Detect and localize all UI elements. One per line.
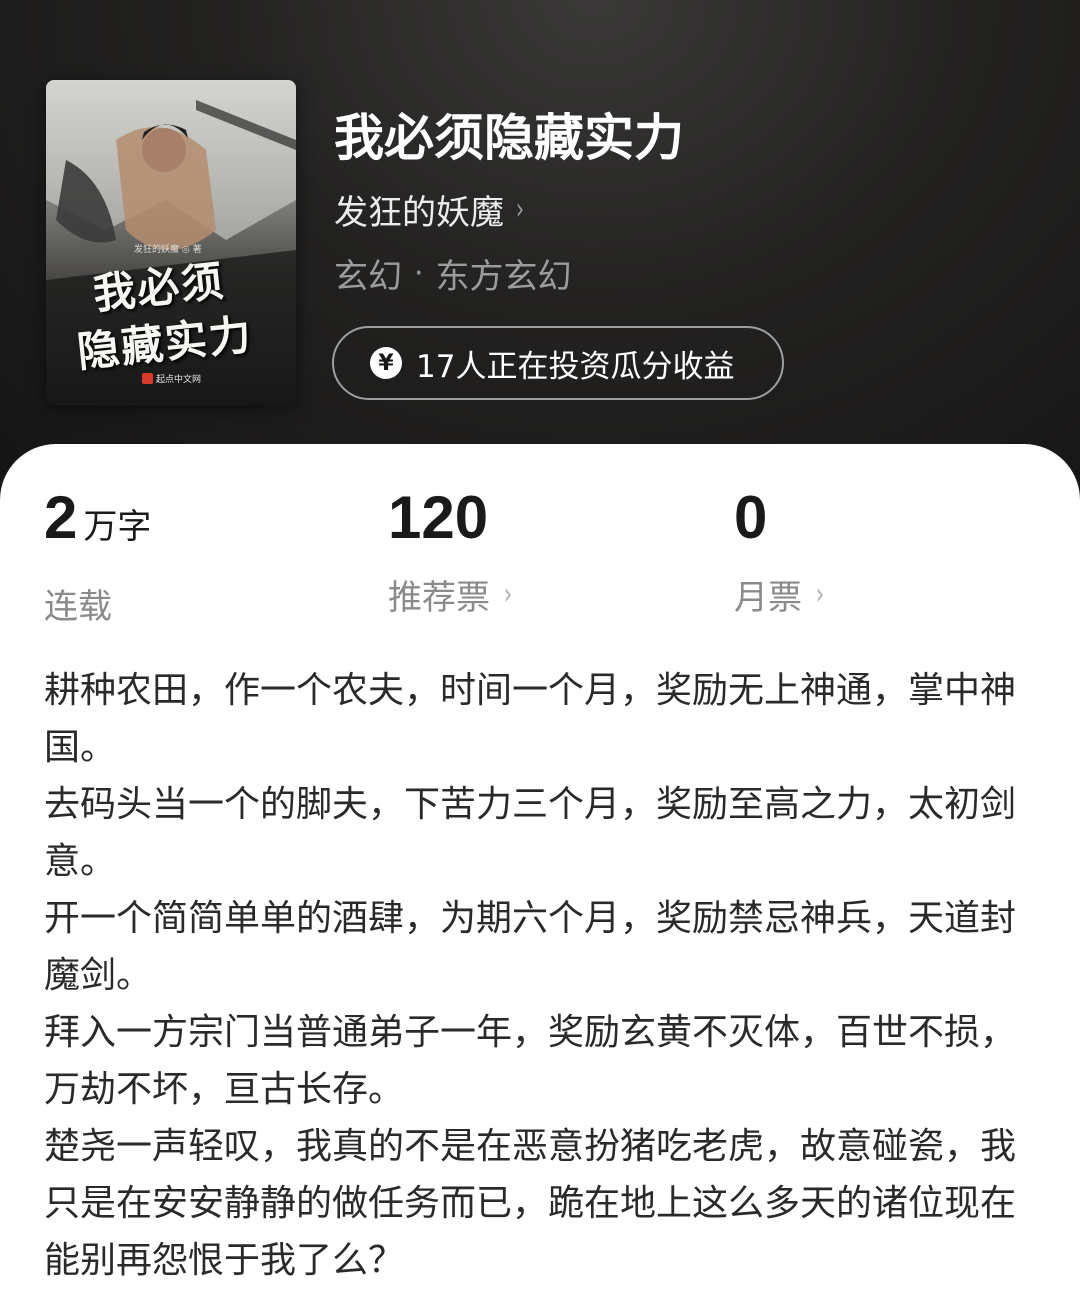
book-description[interactable]: 耕种农田，作一个农夫，时间一个月，奖励无上神通，掌中神国。 去码头当一个的脚夫，… xyxy=(44,662,1034,1289)
word-count-value: 2 xyxy=(44,484,78,551)
stat-recommend-votes[interactable]: 120 推荐票 › xyxy=(388,488,514,619)
cover-publisher-name: 起点中文网 xyxy=(156,375,202,385)
cover-title-text: 我必须 隐藏实力 xyxy=(69,247,290,380)
cover-publisher: 起点中文网 xyxy=(142,372,201,385)
recommend-votes-label: 推荐票 xyxy=(388,578,490,618)
chevron-right-icon: › xyxy=(815,577,825,612)
author-link[interactable]: 发狂的妖魔 › xyxy=(334,185,526,234)
recommend-votes-value: 120 xyxy=(388,484,489,551)
word-count-unit: 万字 xyxy=(83,507,152,547)
invest-text: 17人正在投资瓜分收益 xyxy=(416,348,735,385)
description-paragraph: 开一个简简单单的酒肆，为期六个月，奖励禁忌神兵，天道封魔剑。 xyxy=(44,898,1017,996)
yen-coin-icon: ¥ xyxy=(370,347,402,379)
description-paragraph: 耕种农田，作一个农夫，时间一个月，奖励无上神通，掌中神国。 xyxy=(44,670,1017,768)
monthly-votes-label: 月票 xyxy=(734,578,802,618)
cover-author-text: 发狂的妖魔 ◎ 著 xyxy=(134,245,202,255)
book-title: 我必须隐藏实力 xyxy=(334,108,684,167)
serial-status-label: 连载 xyxy=(44,587,112,627)
chevron-right-icon: › xyxy=(503,577,513,612)
genre-row: 玄幻 · 东方玄幻 xyxy=(334,249,572,298)
invest-button[interactable]: ¥ 17人正在投资瓜分收益 xyxy=(332,326,784,400)
publisher-logo-icon xyxy=(142,373,153,384)
book-cover[interactable]: 发狂的妖魔 ◎ 著 我必须 隐藏实力 起点中文网 xyxy=(46,80,296,405)
description-paragraph: 拜入一方宗门当普通弟子一年，奖励玄黄不灭体，百世不损，万劫不坏，亘古长存。 xyxy=(44,1012,1017,1110)
chevron-right-icon: › xyxy=(515,192,525,227)
genre-sub[interactable]: 东方玄幻 xyxy=(436,249,572,298)
genre-separator: · xyxy=(414,256,424,291)
stat-word-count: 2 万字 连载 xyxy=(44,488,151,628)
stat-monthly-votes[interactable]: 0 月票 › xyxy=(734,488,826,619)
author-name: 发狂的妖魔 xyxy=(334,193,504,233)
description-paragraph: 楚尧一声轻叹，我真的不是在恶意扮猪吃老虎，故意碰瓷，我只是在安安静静的做任务而已… xyxy=(44,1126,1017,1281)
genre-main[interactable]: 玄幻 xyxy=(334,249,402,298)
monthly-votes-value: 0 xyxy=(734,484,768,551)
description-paragraph: 去码头当一个的脚夫，下苦力三个月，奖励至高之力，太初剑意。 xyxy=(44,784,1017,882)
